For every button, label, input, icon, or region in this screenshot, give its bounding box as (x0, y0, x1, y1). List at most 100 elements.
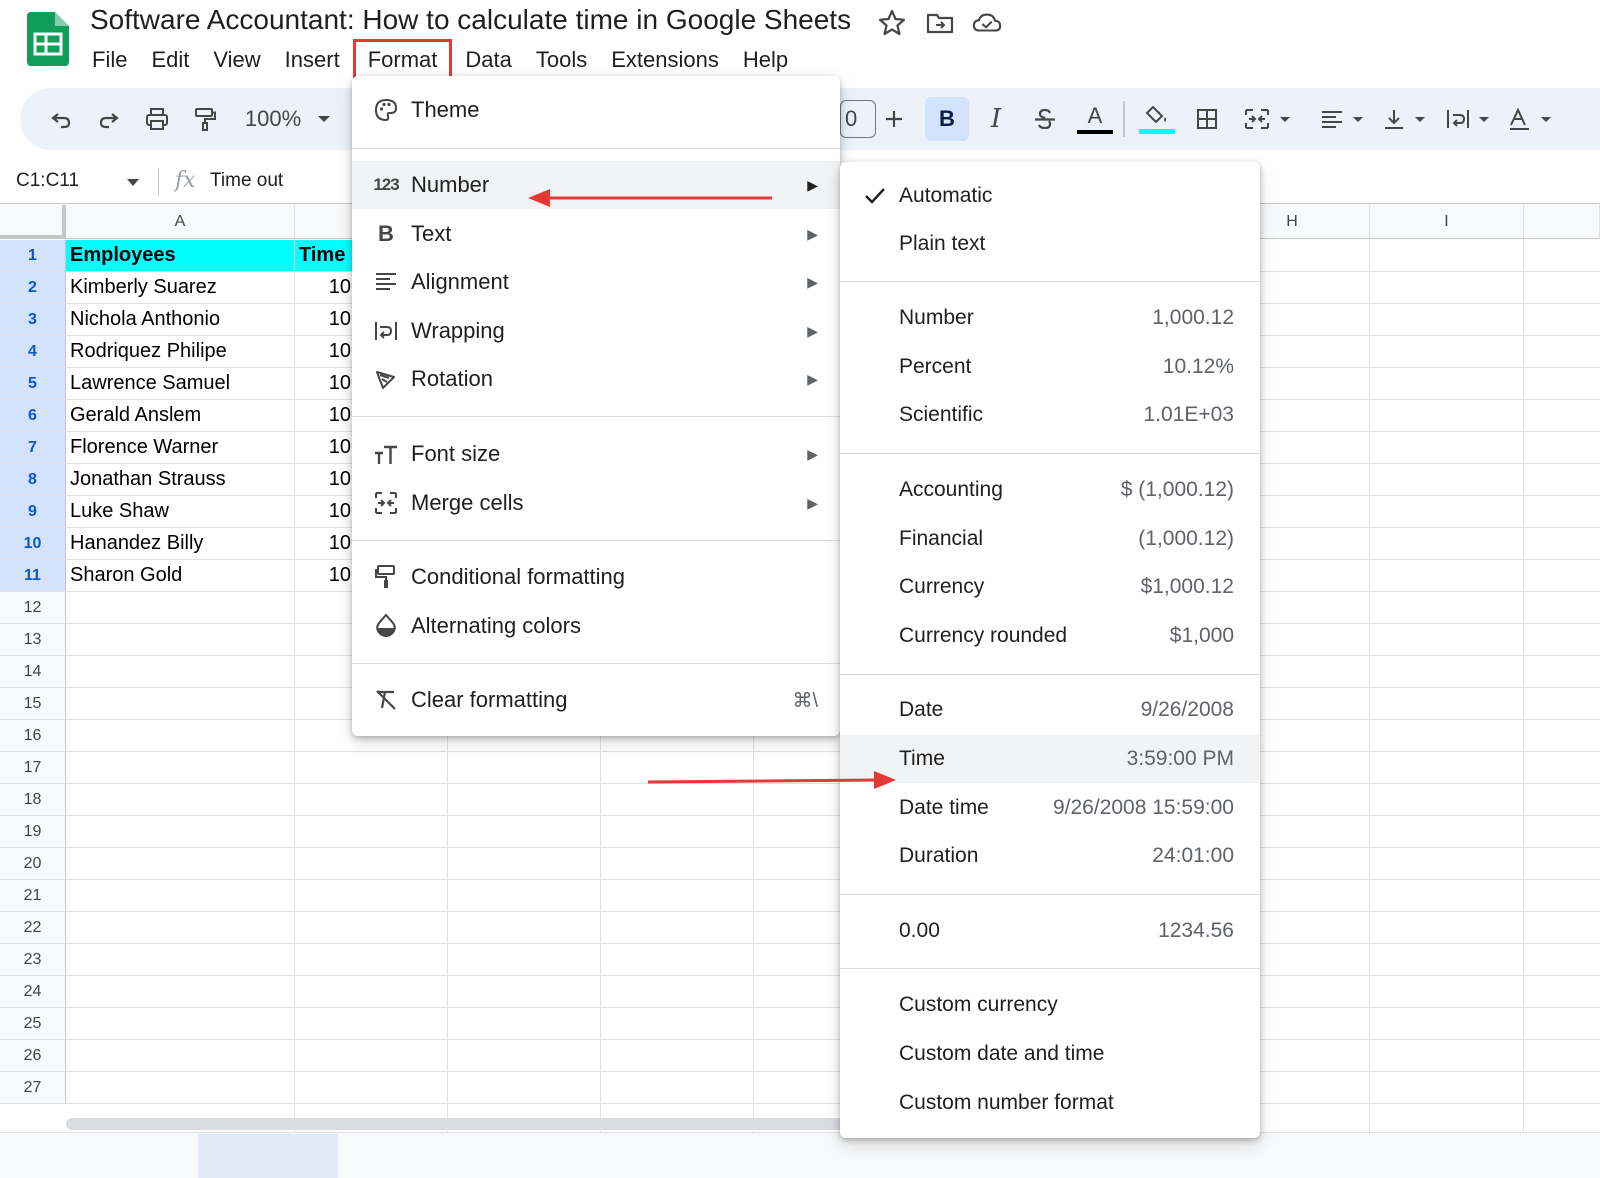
row-header[interactable]: 12 (0, 592, 66, 624)
format-menu-font-size[interactable]: Font size ▶ (352, 430, 840, 478)
number-format-percent[interactable]: Percent 10.12% (840, 343, 1260, 391)
text-rotation-icon[interactable] (1506, 102, 1556, 136)
cell-employee-name[interactable]: Sharon Gold (66, 560, 294, 591)
row-header[interactable]: 8 (0, 464, 66, 496)
row-header[interactable]: 23 (0, 944, 66, 976)
menu-edit[interactable]: Edit (139, 42, 201, 78)
cell-time[interactable]: 10 (295, 304, 355, 335)
cell-employee-name[interactable]: Rodriquez Philipe (66, 336, 294, 367)
number-format-automatic[interactable]: Automatic (840, 172, 1260, 220)
menu-view[interactable]: View (201, 42, 272, 78)
font-size-input[interactable]: 0 (840, 100, 876, 138)
format-menu-wrapping[interactable]: Wrapping ▶ (352, 307, 840, 355)
number-format-plain-text[interactable]: Plain text (840, 220, 1260, 268)
row-header[interactable]: 14 (0, 656, 66, 688)
menu-insert[interactable]: Insert (273, 42, 352, 78)
cell-time[interactable]: 10 (295, 432, 355, 463)
number-format-custom-currency[interactable]: Custom currency (840, 981, 1260, 1029)
horizontal-align-icon[interactable] (1318, 102, 1368, 136)
row-header[interactable]: 9 (0, 496, 66, 528)
cell-employee-name[interactable]: Lawrence Samuel (66, 368, 294, 399)
cell-time[interactable]: 10 (295, 528, 355, 559)
borders-icon[interactable] (1192, 102, 1222, 136)
row-header[interactable]: 13 (0, 624, 66, 656)
number-format-number[interactable]: Number 1,000.12 (840, 294, 1260, 342)
cell-employee-name[interactable]: Kimberly Suarez (66, 272, 294, 303)
row-header[interactable]: 6 (0, 400, 66, 432)
cell-time[interactable]: 10 (295, 272, 355, 303)
print-icon[interactable] (142, 102, 172, 136)
number-format-currency-rounded[interactable]: Currency rounded $1,000 (840, 612, 1260, 660)
zoom-select[interactable]: 100% (242, 102, 304, 136)
fill-color-button[interactable] (1138, 102, 1176, 136)
cell-time[interactable]: 10 (295, 336, 355, 367)
cell-a1[interactable]: Employees (66, 240, 294, 271)
increase-font-size-icon[interactable] (880, 102, 908, 136)
row-header[interactable]: 24 (0, 976, 66, 1008)
menu-extensions[interactable]: Extensions (599, 42, 731, 78)
sheet-tab-active[interactable] (198, 1134, 338, 1178)
row-header[interactable]: 21 (0, 880, 66, 912)
number-format-custom-date-time[interactable]: Custom date and time (840, 1030, 1260, 1078)
cell-b1[interactable]: Time (295, 240, 355, 271)
cell-employee-name[interactable]: Hanandez Billy (66, 528, 294, 559)
number-format-financial[interactable]: Financial (1,000.12) (840, 515, 1260, 563)
chevron-down-icon[interactable] (126, 178, 140, 188)
horizontal-scrollbar[interactable] (66, 1118, 856, 1130)
column-header-a[interactable]: A (66, 205, 295, 239)
number-format-accounting[interactable]: Accounting $ (1,000.12) (840, 466, 1260, 514)
row-header[interactable]: 11 (0, 560, 66, 592)
row-header[interactable]: 15 (0, 688, 66, 720)
cell-time[interactable]: 10 (295, 560, 355, 591)
row-header[interactable]: 1 (0, 240, 66, 272)
row-header[interactable]: 17 (0, 752, 66, 784)
bold-button[interactable]: B (925, 97, 969, 141)
row-header[interactable]: 20 (0, 848, 66, 880)
select-all-corner[interactable] (0, 205, 66, 239)
row-header[interactable]: 7 (0, 432, 66, 464)
number-format-duration[interactable]: Duration 24:01:00 (840, 832, 1260, 880)
row-header[interactable]: 2 (0, 272, 66, 304)
menu-help[interactable]: Help (731, 42, 800, 78)
cell-time[interactable]: 10 (295, 464, 355, 495)
formula-input[interactable]: Time out (210, 170, 283, 192)
number-format-date-time[interactable]: Date time 9/26/2008 15:59:00 (840, 784, 1260, 832)
star-icon[interactable] (877, 8, 907, 38)
redo-icon[interactable] (94, 102, 124, 136)
move-to-folder-icon[interactable] (925, 8, 955, 38)
cell-employee-name[interactable]: Florence Warner (66, 432, 294, 463)
format-menu-clear-formatting[interactable]: Clear formatting ⌘\ (352, 676, 840, 724)
document-title[interactable]: Software Accountant: How to calculate ti… (90, 4, 851, 36)
name-box[interactable]: C1:C11 (16, 170, 79, 192)
column-header-i[interactable]: I (1370, 205, 1524, 239)
number-format-custom-number[interactable]: Custom number format (840, 1079, 1260, 1127)
cell-employee-name[interactable]: Nichola Anthonio (66, 304, 294, 335)
cell-time[interactable]: 10 (295, 368, 355, 399)
number-format-date[interactable]: Date 9/26/2008 (840, 686, 1260, 734)
row-header[interactable]: 25 (0, 1008, 66, 1040)
format-menu-alignment[interactable]: Alignment ▶ (352, 258, 840, 306)
text-wrapping-icon[interactable] (1444, 102, 1494, 136)
format-menu-rotation[interactable]: Rotation ▶ (352, 355, 840, 403)
row-header[interactable]: 16 (0, 720, 66, 752)
format-menu-alternating-colors[interactable]: Alternating colors (352, 602, 840, 650)
format-menu-text[interactable]: B Text ▶ (352, 210, 840, 258)
cell-employee-name[interactable]: Luke Shaw (66, 496, 294, 527)
chevron-down-icon[interactable] (316, 102, 332, 136)
cell-employee-name[interactable]: Jonathan Strauss (66, 464, 294, 495)
number-format-scientific[interactable]: Scientific 1.01E+03 (840, 391, 1260, 439)
row-header[interactable]: 10 (0, 528, 66, 560)
format-menu-conditional-formatting[interactable]: Conditional formatting (352, 553, 840, 601)
number-format-decimal[interactable]: 0.00 1234.56 (840, 907, 1260, 955)
paint-format-icon[interactable] (190, 102, 220, 136)
undo-icon[interactable] (46, 102, 76, 136)
number-format-time[interactable]: Time 3:59:00 PM (840, 735, 1260, 783)
row-header[interactable]: 27 (0, 1072, 66, 1104)
menu-tools[interactable]: Tools (524, 42, 599, 78)
cell-time[interactable]: 10 (295, 496, 355, 527)
row-header[interactable]: 5 (0, 368, 66, 400)
italic-button[interactable]: I (982, 102, 1010, 136)
row-header[interactable]: 22 (0, 912, 66, 944)
strikethrough-icon[interactable] (1030, 102, 1060, 136)
cell-employee-name[interactable]: Gerald Anslem (66, 400, 294, 431)
